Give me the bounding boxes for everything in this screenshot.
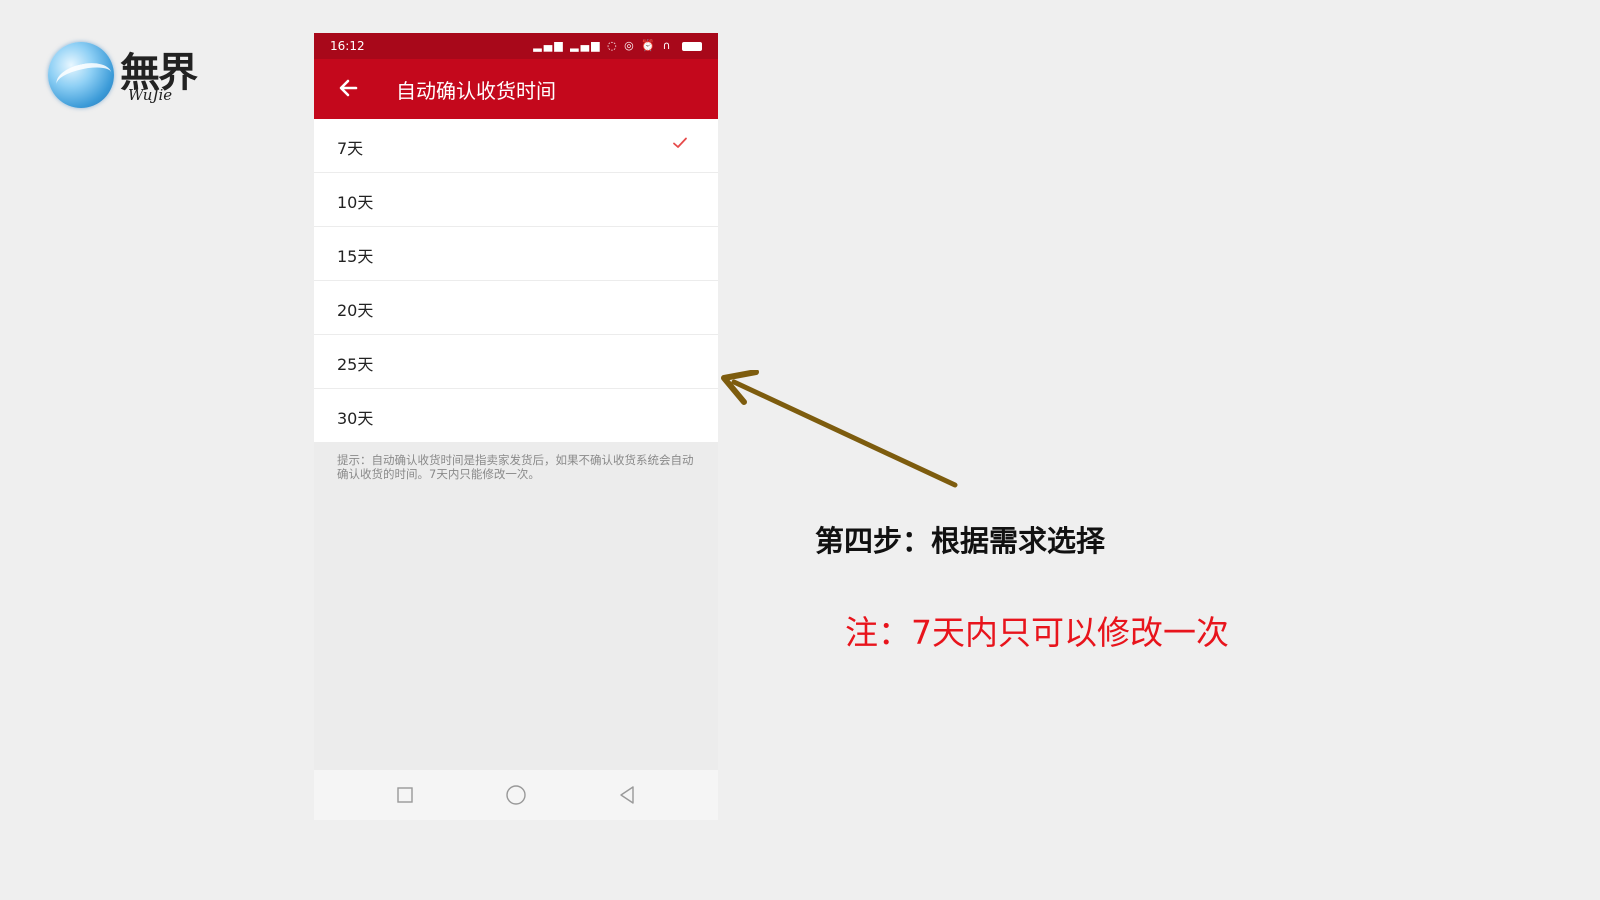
option-label: 25天 xyxy=(337,355,374,374)
status-time: 16:12 xyxy=(330,39,365,53)
option-15-days[interactable]: 15天 xyxy=(314,227,718,281)
back-triangle-icon[interactable] xyxy=(616,784,638,806)
option-list: 7天 10天 15天 20天 25天 30天 xyxy=(314,119,718,442)
hint-text: 提示：自动确认收货时间是指卖家发货后，如果不确认收货系统会自动确认收货的时间。7… xyxy=(337,453,694,481)
status-extra-icons: ◌ ◎ ⏰ ∩ xyxy=(607,39,673,52)
option-label: 7天 xyxy=(337,139,364,158)
option-10-days[interactable]: 10天 xyxy=(314,173,718,227)
option-20-days[interactable]: 20天 xyxy=(314,281,718,335)
note-text: 注：7天内只可以修改一次 xyxy=(845,613,1229,652)
option-label: 10天 xyxy=(337,193,374,212)
option-7-days[interactable]: 7天 xyxy=(314,119,718,173)
home-icon[interactable] xyxy=(505,784,527,806)
battery-icon xyxy=(682,41,702,51)
option-label: 15天 xyxy=(337,247,374,266)
option-30-days[interactable]: 30天 xyxy=(314,389,718,442)
globe-icon xyxy=(48,42,115,108)
status-bar: 16:12 ▂▄▆ ▂▄▆ ◌ ◎ ⏰ ∩ xyxy=(314,33,718,59)
option-25-days[interactable]: 25天 xyxy=(314,335,718,389)
app-bar: 自动确认收货时间 xyxy=(314,59,718,119)
pointer-arrow-icon xyxy=(721,370,958,488)
back-arrow-icon[interactable] xyxy=(336,73,362,103)
phone-screen: 16:12 ▂▄▆ ▂▄▆ ◌ ◎ ⏰ ∩ 自动确认收货时间 7天 10天 15… xyxy=(314,33,718,820)
option-label: 20天 xyxy=(337,301,374,320)
option-label: 30天 xyxy=(337,409,374,428)
logo-subtext: WuJie xyxy=(128,86,173,104)
step-title: 第四步：根据需求选择 xyxy=(815,524,1106,558)
page-title: 自动确认收货时间 xyxy=(396,79,556,103)
system-nav-bar xyxy=(314,770,718,820)
checkmark-icon xyxy=(673,137,687,148)
signal-icon: ▂▄▆ ▂▄▆ xyxy=(533,39,602,52)
status-icons: ▂▄▆ ▂▄▆ ◌ ◎ ⏰ ∩ xyxy=(533,39,702,52)
recent-apps-icon[interactable] xyxy=(394,784,416,806)
logo: 無界 WuJie xyxy=(48,40,218,112)
